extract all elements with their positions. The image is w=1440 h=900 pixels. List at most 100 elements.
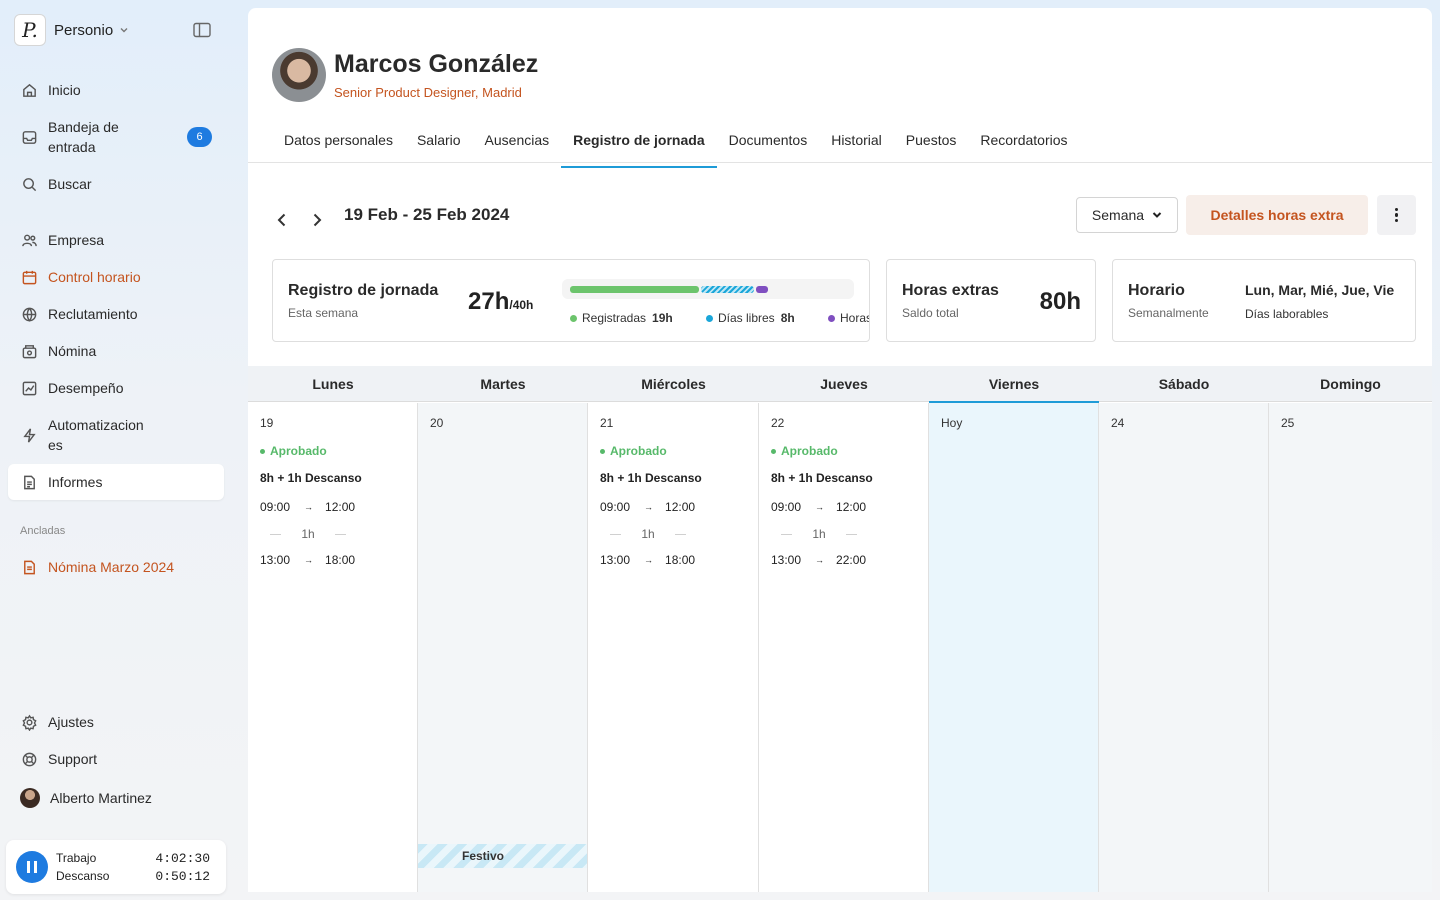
overtime-details-button[interactable]: Detalles horas extra: [1186, 195, 1368, 235]
overtime-subtitle: Saldo total: [902, 306, 959, 320]
break-indicator: 1h: [260, 527, 356, 541]
tab-historial[interactable]: Historial: [819, 124, 894, 162]
header-jueves: Jueves: [820, 376, 868, 392]
days-off-bar: [701, 286, 755, 293]
tab-salario[interactable]: Salario: [405, 124, 473, 162]
more-options-button[interactable]: [1377, 195, 1416, 235]
header-domingo: Domingo: [1320, 376, 1381, 392]
search-icon: [20, 175, 38, 193]
day-number: 25: [1281, 416, 1295, 430]
next-week-button[interactable]: [307, 208, 327, 232]
tab-datos-personales[interactable]: Datos personales: [272, 124, 405, 162]
inbox-count-badge: 6: [187, 127, 212, 147]
sidebar-item-reclutamiento[interactable]: Reclutamiento: [8, 304, 224, 324]
sidebar-item-automatizaciones[interactable]: Automatizaciones: [8, 415, 224, 455]
inbox-icon: [20, 128, 38, 146]
sidebar-item-user[interactable]: Alberto Martinez: [8, 788, 224, 808]
view-select[interactable]: Semana: [1076, 197, 1178, 233]
profile-tabs: Datos personales Salario Ausencias Regis…: [272, 124, 1080, 168]
day-column-viernes-today[interactable]: Hoy: [929, 403, 1099, 892]
sidebar-item-empresa[interactable]: Empresa: [8, 230, 224, 250]
sidebar-item-informes[interactable]: Informes: [8, 464, 224, 500]
sidebar-item-buscar[interactable]: Buscar: [8, 174, 224, 194]
sidebar-item-inicio[interactable]: Inicio: [8, 80, 224, 100]
overtime-card: Horas extras Saldo total 80h: [886, 259, 1096, 342]
sidebar-item-bandeja[interactable]: Bandeja de entrada 6: [8, 117, 224, 157]
time-block-afternoon[interactable]: 13:00 → 22:00: [771, 553, 866, 567]
status-approved: Aprobado: [260, 444, 327, 458]
sidebar-item-nomina[interactable]: Nómina: [8, 341, 224, 361]
personio-logo: P.: [14, 14, 46, 46]
prev-week-button[interactable]: [272, 208, 292, 232]
day-column-jueves[interactable]: 22 Aprobado 8h + 1h Descanso 09:00 → 12:00…: [759, 403, 929, 892]
tab-recordatorios[interactable]: Recordatorios: [968, 124, 1079, 162]
shift-summary: 8h + 1h Descanso: [260, 471, 362, 485]
date-range: 19 Feb - 25 Feb 2024: [344, 205, 510, 224]
day-column-domingo[interactable]: 25: [1269, 403, 1432, 892]
profile-role: Senior Product Designer, Madrid: [334, 85, 522, 100]
tab-ausencias[interactable]: Ausencias: [473, 124, 562, 162]
people-icon: [20, 231, 38, 249]
company-switcher[interactable]: P. Personio: [14, 14, 129, 46]
status-approved: Aprobado: [600, 444, 667, 458]
chevron-down-icon: [1152, 212, 1162, 218]
time-block-afternoon[interactable]: 13:00 → 18:00: [600, 553, 695, 567]
calendar-icon: [20, 268, 38, 286]
sidebar-item-support[interactable]: Support: [8, 749, 224, 769]
schedule-subtitle: Semanalmente: [1128, 306, 1209, 320]
time-block-morning[interactable]: 09:00 → 12:00: [260, 500, 355, 514]
pinned-section-label: Ancladas: [20, 525, 66, 537]
break-label: Descanso: [56, 869, 110, 883]
gear-icon: [20, 713, 38, 731]
support-icon: [20, 750, 38, 768]
day-column-martes[interactable]: 20 Festivo: [418, 403, 588, 892]
weekly-summary-card: Registro de jornada Esta semana 27h/40h …: [272, 259, 870, 342]
day-column-lunes[interactable]: 19 Aprobado 8h + 1h Descanso 09:00 → 12:00…: [248, 403, 418, 892]
schedule-title: Horario: [1128, 282, 1185, 299]
sidebar-item-control-horario[interactable]: Control horario: [8, 267, 224, 287]
time-block-morning[interactable]: 09:00 → 12:00: [771, 500, 866, 514]
chevron-right-icon: [313, 213, 322, 227]
chart-icon: [20, 379, 38, 397]
view-select-value: Semana: [1091, 207, 1145, 223]
arrow-right-icon: →: [815, 555, 825, 565]
day-number: 22: [771, 416, 785, 430]
document-icon: [20, 558, 38, 576]
pinned-item-nomina[interactable]: Nómina Marzo 2024: [8, 557, 224, 577]
arrow-right-icon: →: [644, 502, 654, 512]
legend-days-off: Días libres 8h: [706, 311, 795, 325]
arrow-right-icon: →: [304, 555, 314, 565]
summary-title: Registro de jornada: [288, 282, 439, 299]
overtime-value: 80h: [1039, 288, 1081, 315]
header-sabado: Sábado: [1158, 376, 1210, 392]
tab-puestos[interactable]: Puestos: [894, 124, 969, 162]
registered-bar: [570, 286, 700, 293]
user-avatar: [20, 788, 40, 808]
break-indicator: 1h: [771, 527, 867, 541]
tab-registro-jornada[interactable]: Registro de jornada: [561, 124, 718, 168]
summary-subtitle: Esta semana: [288, 306, 359, 320]
pause-button[interactable]: [16, 851, 48, 883]
day-column-miercoles[interactable]: 21 Aprobado 8h + 1h Descanso 09:00 → 12:00…: [588, 403, 759, 892]
break-indicator: 1h: [600, 527, 696, 541]
arrow-right-icon: →: [815, 502, 825, 512]
arrow-right-icon: →: [304, 502, 314, 512]
time-block-afternoon[interactable]: 13:00 → 18:00: [260, 553, 355, 567]
profile-name: Marcos González: [334, 50, 539, 78]
tab-documentos[interactable]: Documentos: [717, 124, 820, 162]
sidebar-item-ajustes[interactable]: Ajustes: [8, 712, 224, 732]
sidebar-item-desempeno[interactable]: Desempeño: [8, 378, 224, 398]
tabs-divider: [248, 162, 1432, 163]
time-block-morning[interactable]: 09:00 → 12:00: [600, 500, 695, 514]
calendar-header: Lunes Martes Miércoles Jueves Viernes Sá…: [248, 366, 1432, 404]
sidebar-collapse-icon[interactable]: [193, 22, 211, 38]
globe-icon: [20, 305, 38, 323]
day-column-sabado[interactable]: 24: [1099, 403, 1269, 892]
header-miercoles: Miércoles: [641, 376, 706, 392]
overtime-bar: [756, 286, 769, 293]
header-lunes: Lunes: [312, 376, 354, 392]
hours-progress-bar: [562, 279, 854, 299]
arrow-right-icon: →: [644, 555, 654, 565]
today-label: Hoy: [941, 416, 963, 430]
chevron-left-icon: [277, 213, 286, 227]
